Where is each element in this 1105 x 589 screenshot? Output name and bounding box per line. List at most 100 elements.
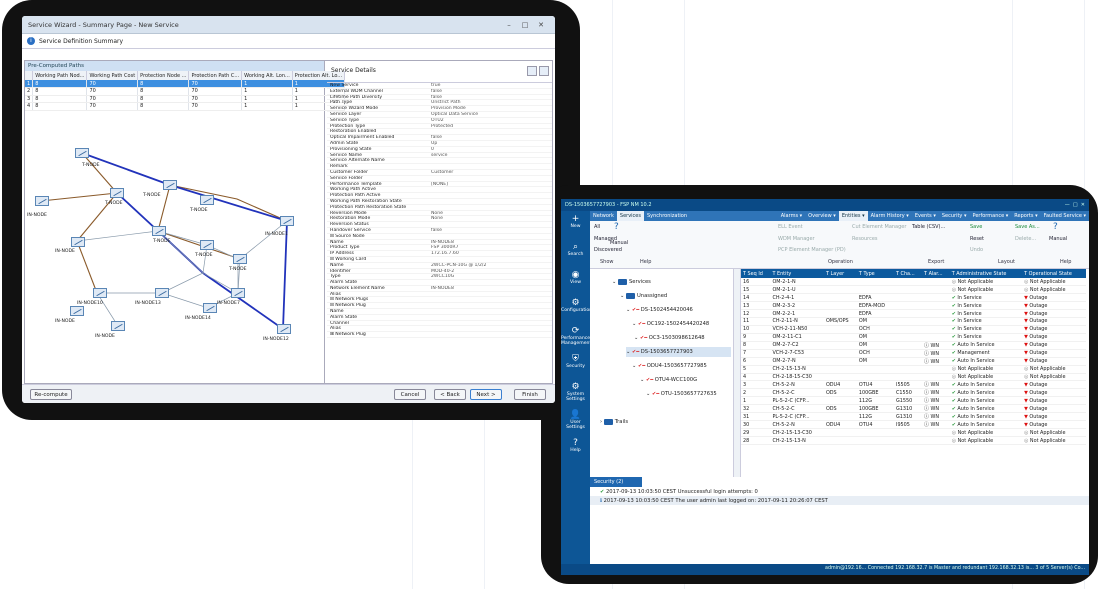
tree-node[interactable]: ⌄ ✔━ DS-1503657727903 <box>626 347 731 357</box>
column-header[interactable]: T Operational State <box>1022 269 1086 278</box>
minimize-icon[interactable]: — <box>1065 202 1073 208</box>
network-diagram[interactable]: T-NODE T-NODE T-NODE IN-NODE IN-NODE T-NODE T-… <box>25 133 323 381</box>
table-row[interactable]: 15 OM-2-1-U ◎ Not Applicable ◎ Not Applicab… <box>741 285 1086 295</box>
tree-node[interactable]: ⌄ ✔━ ODU4-1503657727985 <box>632 361 731 371</box>
table-row[interactable]: 3 CH-5-2-N ODU4 OTU4 I5505 ⓘ WN ✔ Auto In Serv… <box>741 380 1086 390</box>
finish-button[interactable]: Finish <box>514 389 546 400</box>
diagram-node[interactable] <box>200 195 214 205</box>
col-header[interactable]: Working Path Nod... <box>32 71 88 80</box>
tab-reports[interactable]: Reports ▾ <box>1011 211 1040 221</box>
table-row[interactable]: 14 CH-2-4-1 EDFA ✔ In Service ▼ Outage <box>741 293 1086 303</box>
tree-node[interactable]: › Trails <box>600 417 731 427</box>
cut-element-manager-button[interactable]: Cut Element Manager <box>852 224 906 230</box>
table-row[interactable]: 2 CH-5-2-C ODS 100GBE C1550 ⓘ WN ✔ Auto In Ser… <box>741 388 1086 398</box>
diagram-node[interactable] <box>203 303 217 313</box>
column-header[interactable]: T Layer <box>823 269 857 278</box>
table-row[interactable]: 5 CH-2-15-13-N ◎ Not Applicable ◎ Not Appli… <box>741 365 1086 374</box>
maximize-icon[interactable]: □ <box>517 21 533 29</box>
diagram-node[interactable] <box>152 226 166 236</box>
tree-node[interactable]: ⌄ ✔━ OTU-1503657727635 <box>646 389 731 399</box>
column-header[interactable]: T Entity <box>770 269 824 278</box>
diagram-node[interactable] <box>93 288 107 298</box>
save-as-button[interactable]: Save As... <box>1015 224 1040 230</box>
collapse-strip[interactable] <box>734 269 741 477</box>
next-button[interactable]: Next > <box>470 389 502 400</box>
help-icon[interactable]: ? <box>614 222 619 232</box>
sidebar-item[interactable]: ◉ View <box>561 267 590 295</box>
path-row[interactable]: 2 8 70 8 70 1 1 <box>25 87 346 96</box>
table-row[interactable]: 28 CH-2-15-13-N ◎ Not Applicable ◎ Not Appl… <box>741 436 1086 446</box>
column-header[interactable]: T Administrative State <box>949 269 1023 278</box>
tree-node[interactable]: ⌄ Services <box>612 277 731 287</box>
close-icon[interactable]: ✕ <box>533 21 549 29</box>
sidebar-item[interactable]: ⚙ Configuration <box>561 295 592 323</box>
tab-security[interactable]: Security ▾ <box>939 211 970 221</box>
table-row[interactable]: 31 PL-5-2-C (CFP... 112G G1310 ⓘ WN ✔ Auto In… <box>741 412 1086 422</box>
table-row[interactable]: 12 OM-2-2-1 EDFA ✔ In Service ▼ Outage <box>741 309 1086 318</box>
tree-node[interactable]: ⌄ ✔━ OC192-1502454420248 <box>632 319 731 329</box>
close-icon[interactable]: ✕ <box>1081 202 1085 208</box>
diagram-node[interactable] <box>35 196 49 206</box>
cancel-button[interactable]: Cancel <box>394 389 426 400</box>
col-header[interactable]: Protection Node ... <box>137 71 190 80</box>
col-header[interactable]: Working Path Cost <box>86 71 139 80</box>
diagram-node[interactable] <box>233 254 247 264</box>
tree-node[interactable]: ⌄ ✔━ DS-1502454420046 <box>626 305 731 315</box>
manual-button[interactable]: Manual <box>1049 236 1067 242</box>
table-row[interactable]: 4 CH-2-18-15-C30 ◎ Not Applicable ◎ Not App… <box>741 373 1086 382</box>
resources-button[interactable]: Resources <box>852 236 878 242</box>
column-header[interactable]: T Seq Id <box>741 269 771 278</box>
recompute-button[interactable]: Re-compute <box>30 389 72 400</box>
table-row[interactable]: 30 CH-5-2-N ODU4 OTU4 I9505 ⓘ WN ✔ Auto In Ser… <box>741 420 1086 430</box>
column-header[interactable]: T Alar... <box>922 269 950 278</box>
table-row[interactable]: 32 CH-5-2-C ODS 100GBE G1310 ⓘ WN ✔ Auto In Se… <box>741 404 1086 414</box>
sidebar-item[interactable]: + New <box>561 211 590 239</box>
expand-icon[interactable] <box>539 66 549 76</box>
tab-entities[interactable]: Entities ▾ <box>838 211 868 221</box>
tab-alarms[interactable]: Alarms ▾ <box>778 211 805 221</box>
column-header[interactable]: T Cha... <box>894 269 923 278</box>
table-row[interactable]: 1 PL-5-2-C (CFP... 112G G1550 ⓘ WN ✔ Auto In … <box>741 396 1086 406</box>
delete-button[interactable]: Delete... <box>1015 236 1036 242</box>
tab-security[interactable]: Security (2) <box>590 477 642 487</box>
pcp-element-manager-button[interactable]: PCP Element Manager (PD) <box>778 247 846 253</box>
sidebar-item[interactable]: 👤 User Settings <box>561 407 590 435</box>
table-row[interactable]: 16 OM-2-1-N ◎ Not Applicable ◎ Not Applicab… <box>741 278 1086 287</box>
wdm-manager-button[interactable]: WDM Manager <box>778 236 815 242</box>
tab-alarm-history[interactable]: Alarm History ▾ <box>868 211 912 221</box>
diagram-node[interactable] <box>75 148 89 158</box>
diagram-node[interactable] <box>111 321 125 331</box>
table-row[interactable]: 9 OM-2-11-C1 OM ✔ In Service ▼ Outage <box>741 333 1086 342</box>
tab-faulted-service[interactable]: Faulted Service ▾ <box>1041 211 1089 221</box>
diagram-node[interactable] <box>71 237 85 247</box>
table-csv-button[interactable]: Table (CSV)... <box>912 224 945 230</box>
back-button[interactable]: < Back <box>434 389 466 400</box>
diagram-node[interactable] <box>70 306 84 316</box>
diagram-node[interactable] <box>231 288 245 298</box>
sidebar-item[interactable]: ⚙ System Settings <box>561 379 590 407</box>
table-row[interactable]: 7 VCH-2-7-C53 OCH ⓘ WN ✔ Management ▼ Outage <box>741 349 1086 358</box>
tab-overview[interactable]: Overview ▾ <box>805 211 839 221</box>
path-row[interactable]: 1 8 70 8 70 1 1 <box>25 80 346 88</box>
minimize-icon[interactable]: – <box>501 21 517 29</box>
path-row[interactable]: 4 8 70 8 70 1 1 <box>25 102 346 111</box>
table-row[interactable]: 13 OM-2-3-2 EDFA-MOD ✔ In Service ▼ Outage <box>741 301 1086 311</box>
show-discovered[interactable]: Discovered <box>594 247 622 253</box>
tab-performance[interactable]: Performance ▾ <box>970 211 1012 221</box>
sidebar-item[interactable]: ⌕ Search <box>561 239 590 267</box>
reset-button[interactable]: Reset <box>970 236 984 242</box>
diagram-node[interactable] <box>200 240 214 250</box>
tab-services[interactable]: Services <box>616 211 644 221</box>
maximize-icon[interactable]: □ <box>1073 202 1081 208</box>
tab-network[interactable]: Network <box>590 211 617 221</box>
sidebar-item[interactable]: ⟳ Performance Management <box>561 323 591 351</box>
table-row[interactable]: 8 OM-2-7-C2 OM ⓘ WN ✔ Auto In Service ▼ Outag… <box>741 341 1086 350</box>
diagram-node[interactable] <box>163 180 177 190</box>
table-row[interactable]: 11 CH-2-11-N OMS/OPS OM ✔ In Service ▼ Outage <box>741 317 1086 326</box>
sidebar-item[interactable]: ? Help <box>561 435 590 463</box>
diagram-node[interactable] <box>280 216 294 226</box>
table-row[interactable]: 6 OM-2-7-N OM ⓘ WN ✔ Auto In Service ▼ Outage <box>741 357 1086 366</box>
tree-node[interactable]: ⌄ Unassigned <box>620 291 731 301</box>
table-row[interactable]: 10 VCH-2-11-N50 OCH ✔ In Service ▼ Outage <box>741 325 1086 334</box>
col-header[interactable]: Working Alt. Lon... <box>241 71 293 80</box>
